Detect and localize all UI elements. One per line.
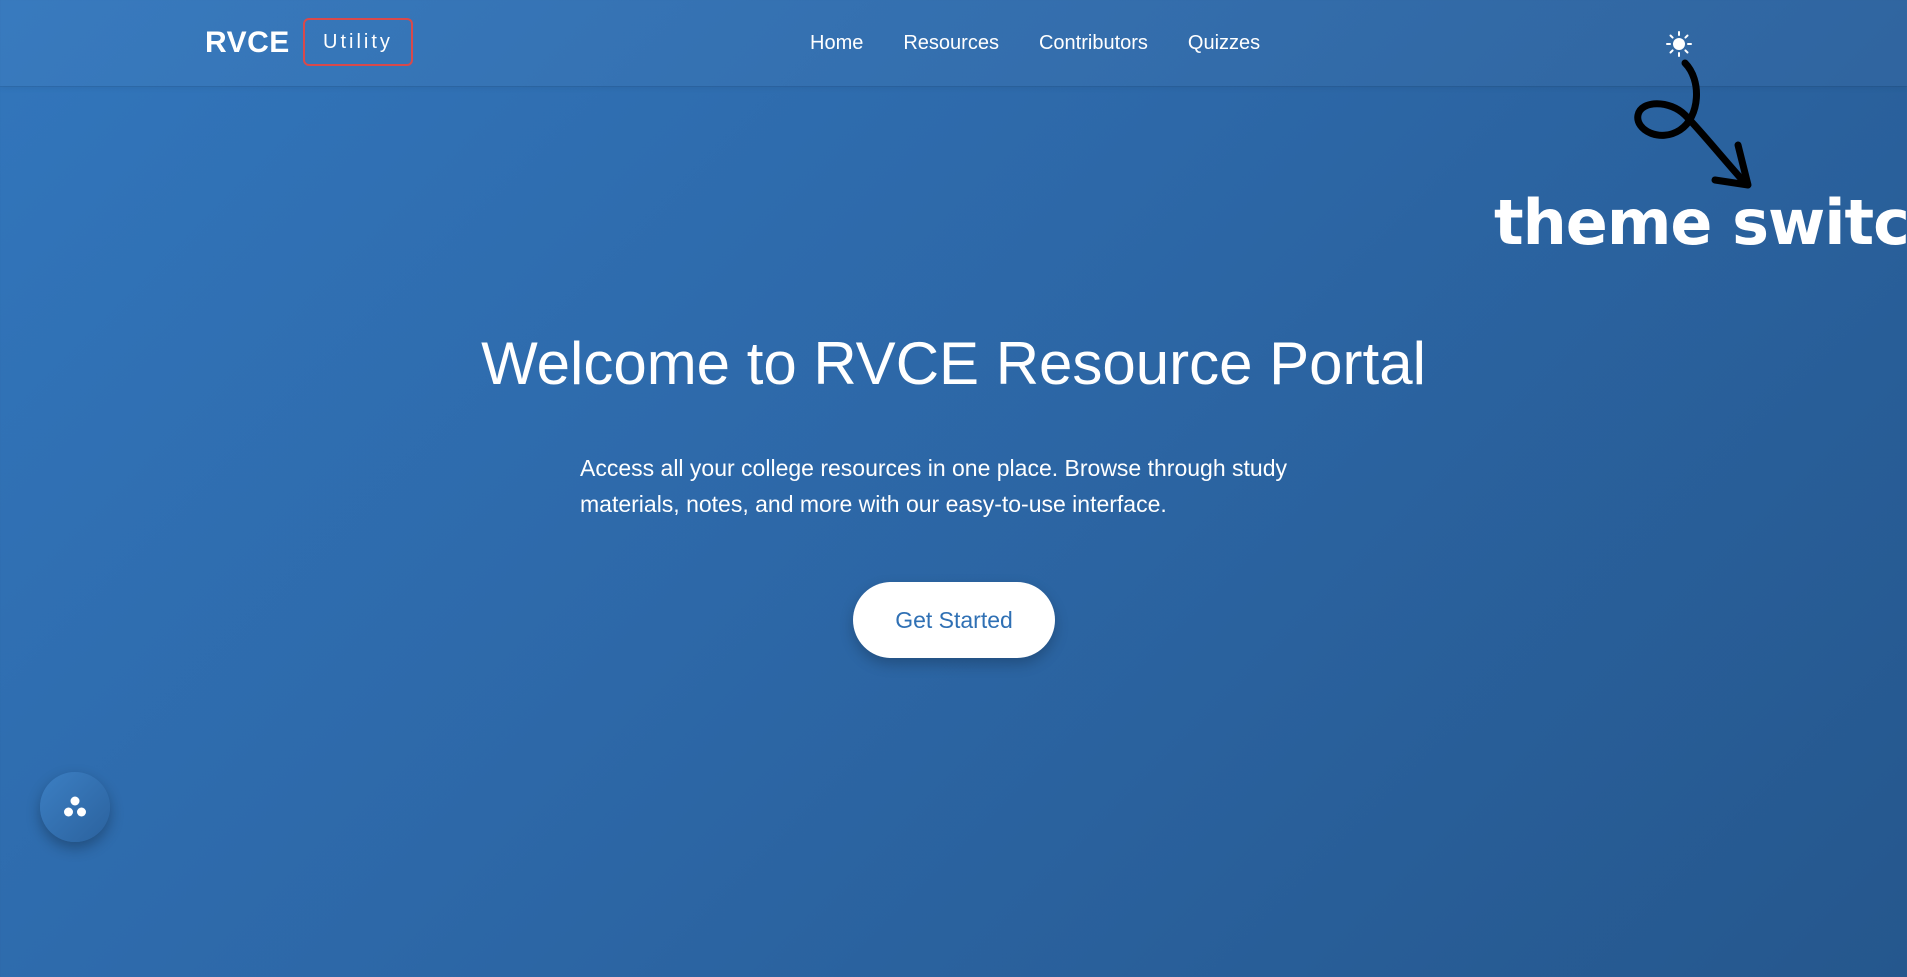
hero-title: Welcome to RVCE Resource Portal bbox=[481, 330, 1426, 397]
theme-toggle-button[interactable] bbox=[1665, 30, 1693, 58]
hero-subtitle: Access all your college resources in one… bbox=[580, 455, 1287, 517]
get-started-button[interactable]: Get Started bbox=[853, 582, 1055, 658]
utility-badge[interactable]: Utility bbox=[303, 18, 413, 66]
nav-links: Home Resources Contributors Quizzes bbox=[810, 30, 1260, 56]
nav-link-contributors[interactable]: Contributors bbox=[1039, 30, 1148, 56]
nav-link-quizzes[interactable]: Quizzes bbox=[1188, 30, 1260, 56]
navbar: RVCE Utility Home Resources Contributors… bbox=[0, 0, 1907, 86]
nav-link-home[interactable]: Home bbox=[810, 30, 863, 56]
floating-action-button[interactable] bbox=[40, 772, 110, 842]
share-dots-icon bbox=[64, 796, 86, 817]
nav-link-resources[interactable]: Resources bbox=[903, 30, 999, 56]
curved-arrow-icon bbox=[1634, 59, 1752, 189]
sun-icon bbox=[1666, 31, 1692, 57]
brand-logo[interactable]: RVCE bbox=[205, 26, 290, 60]
annotation-theme-switch-label: theme switch bbox=[1494, 186, 1907, 259]
